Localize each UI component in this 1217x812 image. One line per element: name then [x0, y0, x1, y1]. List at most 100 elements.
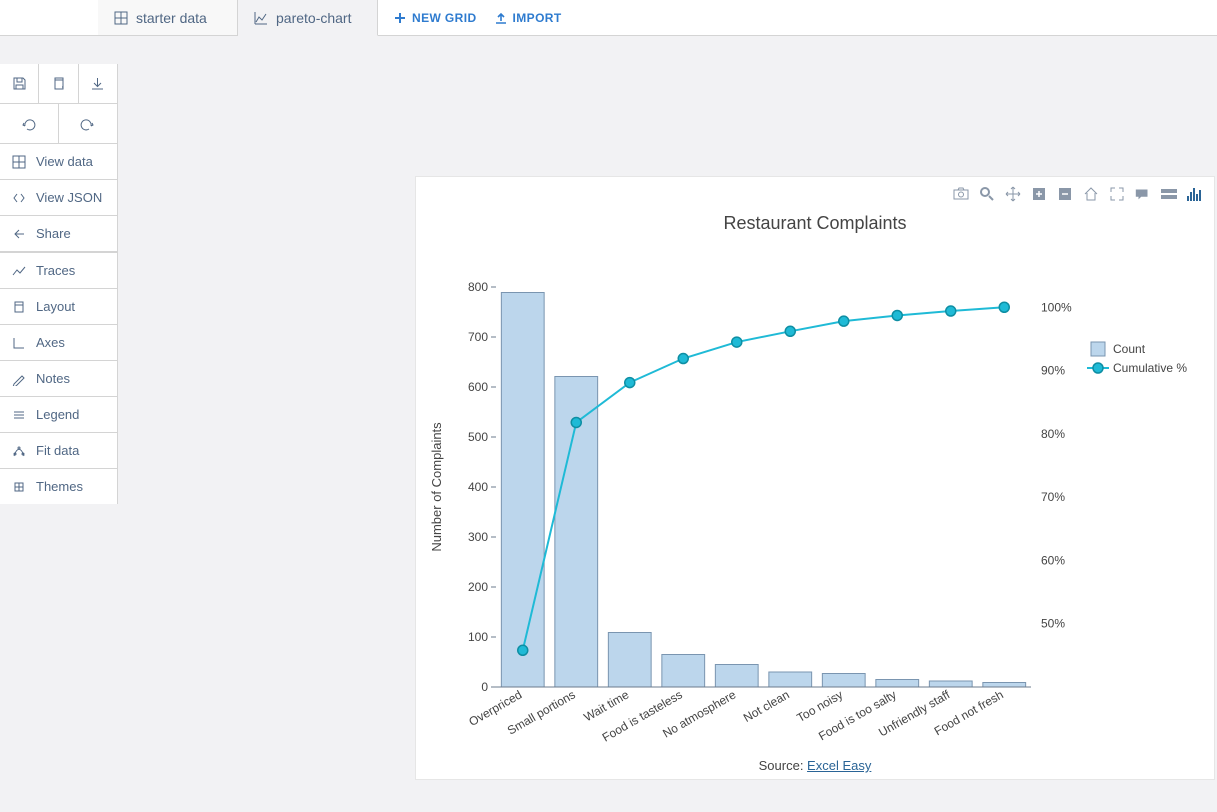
line-marker[interactable] — [785, 326, 795, 336]
sidebar-item-legend[interactable]: Legend — [0, 397, 117, 433]
copy-icon — [51, 76, 66, 91]
y-right-tick-label: 50% — [1041, 617, 1065, 631]
grid-icon — [114, 11, 128, 25]
bar[interactable] — [715, 665, 758, 688]
undo-icon — [21, 116, 36, 131]
fit-icon — [12, 444, 26, 458]
chart-legend[interactable]: CountCumulative % — [1087, 342, 1187, 375]
plus-icon — [394, 12, 406, 24]
line-marker[interactable] — [999, 302, 1009, 312]
bar[interactable] — [822, 674, 865, 688]
side-toolbar: View data View JSON Share Traces Layout … — [0, 64, 118, 504]
tab-pareto-chart[interactable]: pareto-chart — [238, 0, 378, 36]
bar[interactable] — [608, 633, 651, 688]
y-left-tick-label: 300 — [468, 530, 488, 544]
bar[interactable] — [501, 293, 544, 688]
line-marker[interactable] — [625, 378, 635, 388]
zoom-out-icon[interactable] — [1056, 185, 1074, 203]
sidebar-item-axes[interactable]: Axes — [0, 325, 117, 361]
sidebar-label: Share — [36, 226, 71, 241]
y-axis-label: Number of Complaints — [429, 422, 444, 552]
traces-icon — [12, 264, 26, 278]
code-icon — [12, 191, 26, 205]
chart-svg-area[interactable]: 010020030040050060070080050%60%70%80%90%… — [416, 247, 1214, 749]
line-marker[interactable] — [892, 310, 902, 320]
sidebar-label: Legend — [36, 407, 79, 422]
chart-modebar — [952, 185, 1204, 203]
redo-icon — [80, 116, 95, 131]
zoom-icon[interactable] — [978, 185, 996, 203]
top-tab-bar: starter data pareto-chart NEW GRID IMPOR… — [0, 0, 1217, 36]
chart-source: Source: Excel Easy — [416, 758, 1214, 773]
tooltip-icon[interactable] — [1134, 185, 1152, 203]
sidebar-label: Layout — [36, 299, 75, 314]
new-grid-button[interactable]: NEW GRID — [394, 11, 477, 25]
notes-icon — [12, 372, 26, 386]
x-tick-label: Not clean — [741, 687, 792, 724]
line-marker[interactable] — [571, 417, 581, 427]
chart-panel: Restaurant Complaints 010020030040050060… — [415, 176, 1215, 780]
source-link[interactable]: Excel Easy — [807, 758, 871, 773]
new-grid-label: NEW GRID — [412, 11, 477, 25]
import-button[interactable]: IMPORT — [495, 11, 562, 25]
y-left-tick-label: 500 — [468, 430, 488, 444]
copy-button[interactable] — [39, 64, 78, 104]
sidebar-label: Axes — [36, 335, 65, 350]
sidebar-label: Fit data — [36, 443, 79, 458]
y-left-tick-label: 600 — [468, 380, 488, 394]
main-area: Restaurant Complaints 010020030040050060… — [118, 36, 1217, 812]
line-marker[interactable] — [946, 306, 956, 316]
sidebar-item-fit-data[interactable]: Fit data — [0, 433, 117, 469]
tooltip-compare-icon[interactable] — [1160, 185, 1178, 203]
y-right-tick-label: 70% — [1041, 490, 1065, 504]
line-marker[interactable] — [518, 645, 528, 655]
top-actions: NEW GRID IMPORT — [378, 0, 578, 35]
bar[interactable] — [769, 672, 812, 687]
save-button[interactable] — [0, 64, 39, 104]
home-icon[interactable] — [1082, 185, 1100, 203]
share-icon — [12, 227, 26, 241]
line-marker[interactable] — [678, 354, 688, 364]
sidebar-item-share[interactable]: Share — [0, 216, 117, 253]
sidebar-item-view-data[interactable]: View data — [0, 144, 117, 180]
download-button[interactable] — [79, 64, 117, 104]
axes-icon — [12, 336, 26, 350]
bar[interactable] — [983, 683, 1026, 688]
pan-icon[interactable] — [1004, 185, 1022, 203]
tab-starter-data[interactable]: starter data — [98, 0, 238, 35]
sidebar-item-view-json[interactable]: View JSON — [0, 180, 117, 216]
undo-button[interactable] — [0, 104, 59, 144]
redo-button[interactable] — [59, 104, 118, 144]
sidebar-label: Traces — [36, 263, 75, 278]
y-left-tick-label: 400 — [468, 480, 488, 494]
plotly-logo-icon[interactable] — [1186, 185, 1204, 203]
sidebar-label: View JSON — [36, 190, 102, 205]
tab-label: starter data — [136, 10, 207, 26]
bar[interactable] — [929, 681, 972, 687]
expand-icon[interactable] — [1108, 185, 1126, 203]
camera-icon[interactable] — [952, 185, 970, 203]
download-icon — [90, 76, 105, 91]
legend-icon — [12, 408, 26, 422]
upload-icon — [495, 12, 507, 24]
y-right-tick-label: 90% — [1041, 364, 1065, 378]
line-marker[interactable] — [732, 337, 742, 347]
bar[interactable] — [876, 680, 919, 688]
y-left-tick-label: 700 — [468, 330, 488, 344]
quick-actions-row — [0, 64, 117, 104]
bar[interactable] — [662, 655, 705, 688]
sidebar-label: Notes — [36, 371, 70, 386]
zoom-in-icon[interactable] — [1030, 185, 1048, 203]
save-icon — [12, 76, 27, 91]
legend-label: Cumulative % — [1113, 361, 1187, 375]
sidebar-item-traces[interactable]: Traces — [0, 253, 117, 289]
sidebar-item-themes[interactable]: Themes — [0, 469, 117, 504]
sidebar-item-layout[interactable]: Layout — [0, 289, 117, 325]
y-right-tick-label: 100% — [1041, 300, 1072, 314]
grid-icon — [12, 155, 26, 169]
line-marker[interactable] — [839, 316, 849, 326]
sidebar-item-notes[interactable]: Notes — [0, 361, 117, 397]
y-left-tick-label: 0 — [481, 680, 488, 694]
source-prefix: Source: — [759, 758, 807, 773]
sidebar-label: Themes — [36, 479, 83, 494]
